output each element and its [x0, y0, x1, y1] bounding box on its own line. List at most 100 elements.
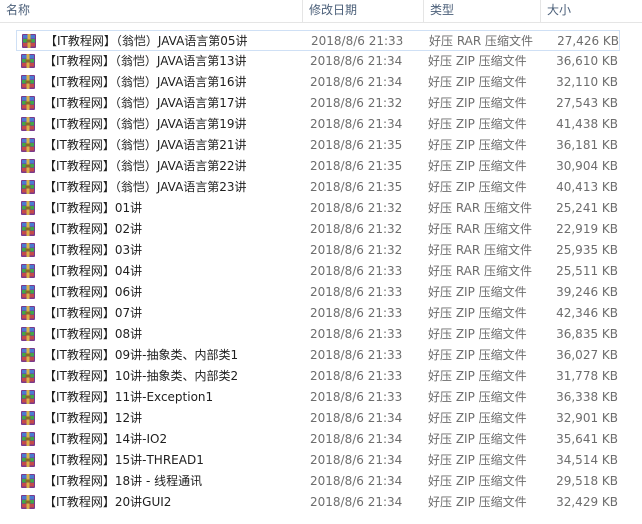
winrar-archive-icon	[20, 53, 36, 69]
file-name[interactable]: 【IT教程网】（翁恺）JAVA语言第22讲	[44, 156, 316, 177]
file-row[interactable]: 【IT教程网】18讲 - 线程通讯 2018/8/6 21:34 好压 ZIP 压缩…	[16, 471, 620, 492]
file-row[interactable]: 【IT教程网】（翁恺）JAVA语言第23讲 2018/8/6 21:35 好压 ZI…	[16, 177, 620, 198]
file-modified-date: 2018/8/6 21:33	[310, 306, 403, 320]
file-row[interactable]: 【IT教程网】（翁恺）JAVA语言第17讲 2018/8/6 21:32 好压 ZI…	[16, 93, 620, 114]
file-row[interactable]: 【IT教程网】15讲-THREAD1 2018/8/6 21:34 好压 ZIP 压…	[16, 450, 620, 471]
file-size: 36,181 KB	[556, 138, 618, 152]
file-size: 25,241 KB	[556, 201, 618, 215]
file-size: 25,511 KB	[556, 264, 618, 278]
file-row[interactable]: 【IT教程网】（翁恺）JAVA语言第22讲 2018/8/6 21:35 好压 ZI…	[16, 156, 620, 177]
file-size: 32,429 KB	[556, 495, 618, 509]
column-header-type[interactable]: 类型	[424, 0, 540, 22]
file-name[interactable]: 【IT教程网】15讲-THREAD1	[44, 450, 316, 471]
file-row[interactable]: 【IT教程网】08讲 2018/8/6 21:33 好压 ZIP 压缩文件 36,83…	[16, 324, 620, 345]
file-size: 32,901 KB	[556, 411, 618, 425]
file-row[interactable]: 【IT教程网】11讲-Exception1 2018/8/6 21:33 好压 ZI…	[16, 387, 620, 408]
file-row[interactable]: 【IT教程网】（翁恺）JAVA语言第05讲 2018/8/6 21:33 好压 RA…	[16, 30, 620, 51]
file-name[interactable]: 【IT教程网】18讲 - 线程通讯	[44, 471, 316, 492]
winrar-archive-icon	[20, 179, 36, 195]
file-name[interactable]: 【IT教程网】（翁恺）JAVA语言第23讲	[44, 177, 316, 198]
file-size: 42,346 KB	[556, 306, 618, 320]
file-row[interactable]: 【IT教程网】12讲 2018/8/6 21:34 好压 ZIP 压缩文件 32,90…	[16, 408, 620, 429]
file-modified-date: 2018/8/6 21:35	[310, 138, 403, 152]
file-row[interactable]: 【IT教程网】（翁恺）JAVA语言第13讲 2018/8/6 21:34 好压 ZI…	[16, 51, 620, 72]
winrar-archive-icon	[20, 326, 36, 342]
file-modified-date: 2018/8/6 21:32	[310, 201, 403, 215]
file-name[interactable]: 【IT教程网】08讲	[44, 324, 316, 345]
file-modified-date: 2018/8/6 21:34	[310, 453, 403, 467]
file-modified-date: 2018/8/6 21:33	[311, 34, 404, 48]
file-size: 27,426 KB	[557, 34, 619, 48]
winrar-archive-icon	[20, 305, 36, 321]
winrar-archive-icon	[20, 389, 36, 405]
file-name[interactable]: 【IT教程网】12讲	[44, 408, 316, 429]
winrar-archive-icon	[20, 431, 36, 447]
file-modified-date: 2018/8/6 21:32	[310, 222, 403, 236]
file-row[interactable]: 【IT教程网】06讲 2018/8/6 21:33 好压 ZIP 压缩文件 39,24…	[16, 282, 620, 303]
file-name[interactable]: 【IT教程网】20讲GUI2	[44, 492, 316, 513]
column-header-modified[interactable]: 修改日期	[303, 0, 423, 22]
winrar-archive-icon	[20, 137, 36, 153]
winrar-archive-icon	[20, 158, 36, 174]
file-row[interactable]: 【IT教程网】01讲 2018/8/6 21:32 好压 RAR 压缩文件 25,24…	[16, 198, 620, 219]
file-modified-date: 2018/8/6 21:33	[310, 285, 403, 299]
file-name[interactable]: 【IT教程网】09讲-抽象类、内部类1	[44, 345, 316, 366]
winrar-archive-icon	[20, 452, 36, 468]
file-name[interactable]: 【IT教程网】02讲	[44, 219, 316, 240]
file-modified-date: 2018/8/6 21:32	[310, 96, 403, 110]
winrar-archive-icon	[20, 74, 36, 90]
file-size: 31,778 KB	[556, 369, 618, 383]
file-name[interactable]: 【IT教程网】（翁恺）JAVA语言第21讲	[44, 135, 316, 156]
file-row[interactable]: 【IT教程网】20讲GUI2 2018/8/6 21:34 好压 ZIP 压缩文件 3…	[16, 492, 620, 513]
file-name[interactable]: 【IT教程网】14讲-IO2	[44, 429, 316, 450]
column-header-size[interactable]: 大小	[541, 0, 642, 22]
winrar-archive-icon	[20, 473, 36, 489]
winrar-archive-icon	[20, 410, 36, 426]
file-name[interactable]: 【IT教程网】04讲	[44, 261, 316, 282]
winrar-archive-icon	[20, 221, 36, 237]
file-name[interactable]: 【IT教程网】（翁恺）JAVA语言第17讲	[44, 93, 316, 114]
file-size: 36,610 KB	[556, 54, 618, 68]
file-size: 34,514 KB	[556, 453, 618, 467]
file-modified-date: 2018/8/6 21:34	[310, 54, 403, 68]
winrar-archive-icon	[20, 200, 36, 216]
file-modified-date: 2018/8/6 21:33	[310, 369, 403, 383]
winrar-archive-icon	[20, 95, 36, 111]
file-modified-date: 2018/8/6 21:34	[310, 75, 403, 89]
file-modified-date: 2018/8/6 21:33	[310, 390, 403, 404]
file-row[interactable]: 【IT教程网】03讲 2018/8/6 21:32 好压 RAR 压缩文件 25,93…	[16, 240, 620, 261]
file-row[interactable]: 【IT教程网】（翁恺）JAVA语言第21讲 2018/8/6 21:35 好压 ZI…	[16, 135, 620, 156]
file-row[interactable]: 【IT教程网】09讲-抽象类、内部类1 2018/8/6 21:33 好压 ZIP …	[16, 345, 620, 366]
file-size: 25,935 KB	[556, 243, 618, 257]
file-size: 35,641 KB	[556, 432, 618, 446]
file-modified-date: 2018/8/6 21:34	[310, 474, 403, 488]
file-name[interactable]: 【IT教程网】01讲	[44, 198, 316, 219]
file-name[interactable]: 【IT教程网】03讲	[44, 240, 316, 261]
file-modified-date: 2018/8/6 21:33	[310, 264, 403, 278]
file-modified-date: 2018/8/6 21:34	[310, 495, 403, 509]
file-name[interactable]: 【IT教程网】（翁恺）JAVA语言第19讲	[44, 114, 316, 135]
file-modified-date: 2018/8/6 21:34	[310, 411, 403, 425]
file-row[interactable]: 【IT教程网】10讲-抽象类、内部类2 2018/8/6 21:33 好压 ZIP …	[16, 366, 620, 387]
file-size: 36,338 KB	[556, 390, 618, 404]
file-row[interactable]: 【IT教程网】（翁恺）JAVA语言第19讲 2018/8/6 21:34 好压 ZI…	[16, 114, 620, 135]
file-modified-date: 2018/8/6 21:34	[310, 432, 403, 446]
winrar-archive-icon	[21, 33, 37, 49]
file-row[interactable]: 【IT教程网】02讲 2018/8/6 21:32 好压 RAR 压缩文件 22,91…	[16, 219, 620, 240]
file-name[interactable]: 【IT教程网】（翁恺）JAVA语言第13讲	[44, 51, 316, 72]
file-size: 36,027 KB	[556, 348, 618, 362]
file-modified-date: 2018/8/6 21:33	[310, 327, 403, 341]
file-row[interactable]: 【IT教程网】14讲-IO2 2018/8/6 21:34 好压 ZIP 压缩文件 3…	[16, 429, 620, 450]
winrar-archive-icon	[20, 116, 36, 132]
column-header-name[interactable]: 名称	[0, 0, 302, 22]
file-name[interactable]: 【IT教程网】10讲-抽象类、内部类2	[44, 366, 316, 387]
file-row[interactable]: 【IT教程网】07讲 2018/8/6 21:33 好压 ZIP 压缩文件 42,34…	[16, 303, 620, 324]
file-name[interactable]: 【IT教程网】（翁恺）JAVA语言第16讲	[44, 72, 316, 93]
file-name[interactable]: 【IT教程网】06讲	[44, 282, 316, 303]
file-name[interactable]: 【IT教程网】07讲	[44, 303, 316, 324]
file-row[interactable]: 【IT教程网】（翁恺）JAVA语言第16讲 2018/8/6 21:34 好压 ZI…	[16, 72, 620, 93]
file-name[interactable]: 【IT教程网】（翁恺）JAVA语言第05讲	[45, 31, 317, 52]
file-size: 27,543 KB	[556, 96, 618, 110]
file-row[interactable]: 【IT教程网】04讲 2018/8/6 21:33 好压 RAR 压缩文件 25,51…	[16, 261, 620, 282]
file-name[interactable]: 【IT教程网】11讲-Exception1	[44, 387, 316, 408]
